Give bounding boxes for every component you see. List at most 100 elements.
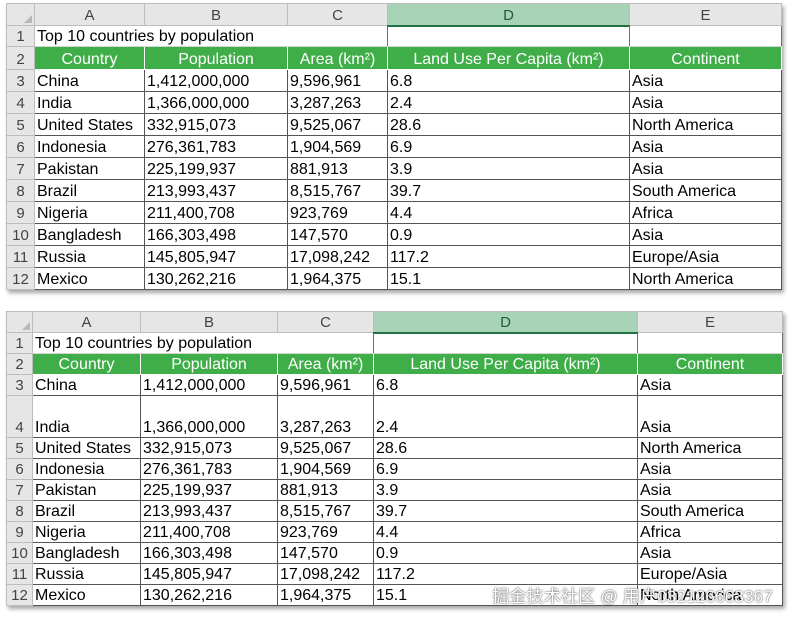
cell-area[interactable]: 9,525,067: [287, 113, 388, 136]
cell-continent[interactable]: Africa: [637, 521, 783, 543]
cell-country[interactable]: Brazil: [34, 179, 145, 202]
cell-land-use[interactable]: 28.6: [387, 113, 630, 136]
cell-continent[interactable]: Africa: [629, 201, 782, 224]
header-cell-land-use[interactable]: Land Use Per Capita (km²): [373, 353, 638, 375]
cell-area[interactable]: 17,098,242: [277, 563, 374, 585]
cell[interactable]: [373, 332, 638, 354]
cell-continent[interactable]: Asia: [637, 374, 783, 396]
cell-population[interactable]: 1,366,000,000: [140, 395, 278, 438]
cell-land-use[interactable]: 4.4: [387, 201, 630, 224]
header-cell-population[interactable]: Population: [140, 353, 278, 375]
cell-area[interactable]: 8,515,767: [277, 500, 374, 522]
cell-area[interactable]: 9,596,961: [287, 69, 388, 92]
row-header[interactable]: 12: [6, 584, 33, 606]
cell-area[interactable]: 1,964,375: [277, 584, 374, 606]
cell-country[interactable]: China: [34, 69, 145, 92]
cell-continent[interactable]: Asia: [637, 458, 783, 480]
row-header[interactable]: 3: [6, 374, 33, 396]
row-header[interactable]: 9: [6, 521, 33, 543]
cell-land-use[interactable]: 39.7: [387, 179, 630, 202]
cell-area[interactable]: 881,913: [287, 157, 388, 180]
column-header-d-selected[interactable]: D: [373, 311, 638, 334]
column-header-a[interactable]: A: [34, 3, 145, 26]
cell-land-use[interactable]: 3.9: [373, 479, 638, 501]
row-header[interactable]: 11: [6, 563, 33, 585]
cell-continent[interactable]: North America: [637, 437, 783, 459]
cell-area[interactable]: 923,769: [277, 521, 374, 543]
cell-area[interactable]: 1,904,569: [287, 135, 388, 158]
header-cell-continent[interactable]: Continent: [637, 353, 783, 375]
cell-population[interactable]: 166,303,498: [140, 542, 278, 564]
column-header-c[interactable]: C: [277, 311, 374, 333]
cell-population[interactable]: 225,199,937: [144, 157, 288, 180]
cell-population[interactable]: 166,303,498: [144, 223, 288, 246]
cell-continent[interactable]: North America: [629, 267, 782, 290]
header-cell-country[interactable]: Country: [34, 46, 145, 70]
cell-population[interactable]: 1,412,000,000: [144, 69, 288, 92]
cell-country[interactable]: United States: [34, 113, 145, 136]
cell-country[interactable]: India: [32, 395, 141, 438]
row-header[interactable]: 10: [6, 223, 35, 246]
cell-land-use[interactable]: 4.4: [373, 521, 638, 543]
cell-population[interactable]: 225,199,937: [140, 479, 278, 501]
header-cell-area[interactable]: Area (km²): [287, 46, 388, 70]
header-cell-area[interactable]: Area (km²): [277, 353, 374, 375]
cell-land-use[interactable]: 6.9: [373, 458, 638, 480]
row-header[interactable]: 6: [6, 458, 33, 480]
cell-area[interactable]: 147,570: [287, 223, 388, 246]
cell-population[interactable]: 1,412,000,000: [140, 374, 278, 396]
cell-land-use[interactable]: 2.4: [373, 395, 638, 438]
cell-country[interactable]: Mexico: [32, 584, 141, 606]
cell-population[interactable]: 332,915,073: [144, 113, 288, 136]
row-header[interactable]: 5: [6, 113, 35, 136]
cell[interactable]: [629, 25, 782, 47]
row-header[interactable]: 9: [6, 201, 35, 224]
cell-land-use[interactable]: 6.9: [387, 135, 630, 158]
cell-country[interactable]: China: [32, 374, 141, 396]
header-cell-land-use[interactable]: Land Use Per Capita (km²): [387, 46, 630, 70]
cell-land-use[interactable]: 0.9: [373, 542, 638, 564]
cell-continent[interactable]: South America: [629, 179, 782, 202]
cell-area[interactable]: 3,287,263: [277, 395, 374, 438]
cell-population[interactable]: 130,262,216: [144, 267, 288, 290]
cell-country[interactable]: Bangladesh: [32, 542, 141, 564]
cell-land-use[interactable]: 15.1: [387, 267, 630, 290]
cell-continent[interactable]: Asia: [629, 135, 782, 158]
cell-area[interactable]: 923,769: [287, 201, 388, 224]
cell-area[interactable]: 1,904,569: [277, 458, 374, 480]
cell-country[interactable]: United States: [32, 437, 141, 459]
cell-population[interactable]: 145,805,947: [144, 245, 288, 268]
cell-land-use[interactable]: 6.8: [387, 69, 630, 92]
cell-continent[interactable]: Asia: [637, 479, 783, 501]
row-header[interactable]: 12: [6, 267, 35, 290]
cell-country[interactable]: Nigeria: [34, 201, 145, 224]
column-header-e[interactable]: E: [629, 3, 782, 26]
cell-population[interactable]: 276,361,783: [144, 135, 288, 158]
cell-country[interactable]: Indonesia: [34, 135, 145, 158]
row-header[interactable]: 1: [6, 332, 33, 354]
cell-country[interactable]: India: [34, 91, 145, 114]
select-all-corner[interactable]: [6, 3, 35, 26]
cell-land-use[interactable]: 2.4: [387, 91, 630, 114]
cell-area[interactable]: 1,964,375: [287, 267, 388, 290]
cell-area[interactable]: 3,287,263: [287, 91, 388, 114]
cell-continent[interactable]: Asia: [629, 91, 782, 114]
column-header-b[interactable]: B: [140, 311, 278, 333]
row-header[interactable]: 11: [6, 245, 35, 268]
header-cell-continent[interactable]: Continent: [629, 46, 782, 70]
cell-country[interactable]: Nigeria: [32, 521, 141, 543]
cell-population[interactable]: 332,915,073: [140, 437, 278, 459]
header-cell-country[interactable]: Country: [32, 353, 141, 375]
row-header[interactable]: 3: [6, 69, 35, 92]
row-header[interactable]: 1: [6, 25, 35, 47]
cell-country[interactable]: Pakistan: [32, 479, 141, 501]
cell-area[interactable]: 8,515,767: [287, 179, 388, 202]
cell-land-use[interactable]: 6.8: [373, 374, 638, 396]
cell-area[interactable]: 881,913: [277, 479, 374, 501]
cell-land-use[interactable]: 3.9: [387, 157, 630, 180]
cell[interactable]: [637, 332, 783, 354]
row-header[interactable]: 7: [6, 157, 35, 180]
sheet-title-cell[interactable]: Top 10 countries by population: [32, 332, 374, 354]
cell-population[interactable]: 145,805,947: [140, 563, 278, 585]
cell-country[interactable]: Brazil: [32, 500, 141, 522]
